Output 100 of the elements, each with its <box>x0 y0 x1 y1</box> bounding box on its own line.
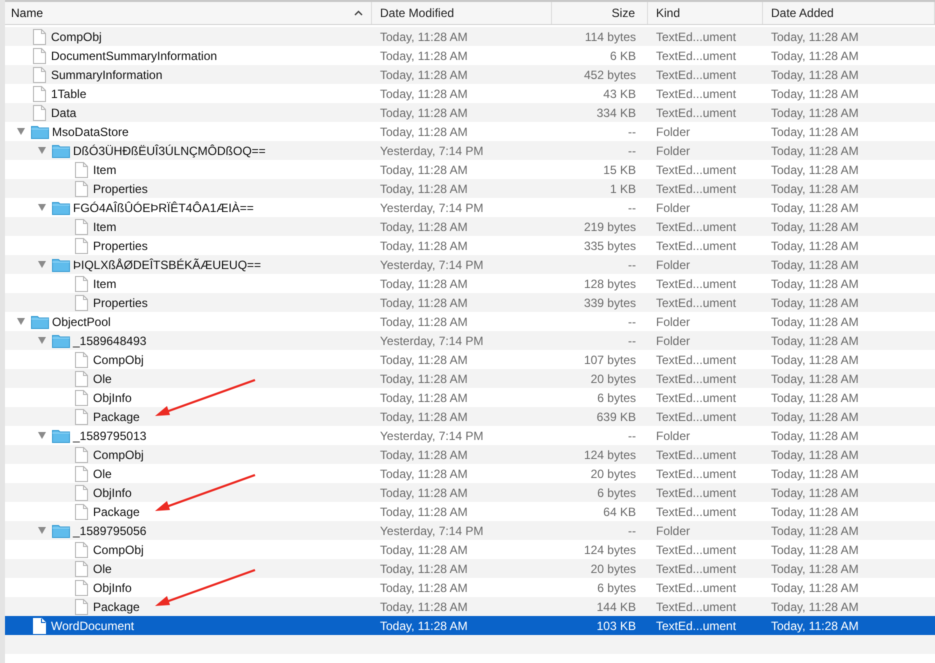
file-kind: Folder <box>655 124 692 138</box>
file-row[interactable]: Properties Today, 11:28 AM 339 bytes TextEd...ument Today, 11:28 AM <box>5 293 935 312</box>
disclosure-triangle-icon[interactable] <box>37 260 47 269</box>
file-name: Item <box>93 276 116 290</box>
date-added: Today, 11:28 AM <box>770 524 860 538</box>
disclosure-triangle-icon[interactable] <box>37 203 47 212</box>
file-kind: TextEd...ument <box>655 30 738 44</box>
date-modified: Today, 11:28 AM <box>379 48 469 62</box>
file-kind: TextEd...ument <box>655 352 738 366</box>
date-added: Today, 11:28 AM <box>770 30 860 44</box>
file-row[interactable]: _1589795056 Yesterday, 7:14 PM -- Folder Today, 11:28 AM <box>5 521 935 540</box>
file-name: MsoDataStore <box>52 124 129 138</box>
file-kind: TextEd...ument <box>655 600 738 614</box>
date-modified: Today, 11:28 AM <box>379 296 469 310</box>
document-icon <box>33 104 46 120</box>
date-modified: Today, 11:28 AM <box>379 410 469 424</box>
date-added: Today, 11:28 AM <box>770 334 860 348</box>
file-name: Package <box>93 600 140 614</box>
file-kind: TextEd...ument <box>655 48 738 62</box>
file-row[interactable]: SummaryInformation Today, 11:28 AM 452 bytes TextEd...ument Today, 11:28 AM <box>5 65 935 84</box>
disclosure-triangle-icon[interactable] <box>16 317 26 326</box>
column-header[interactable]: Size <box>552 2 648 24</box>
file-size: 20 bytes <box>590 562 637 576</box>
document-icon <box>75 598 88 614</box>
document-icon <box>75 466 88 482</box>
date-modified: Yesterday, 7:14 PM <box>379 200 484 214</box>
file-name: DßÓ3ÜHÐßËUÎ3ÚLNÇMÔDßOQ== <box>73 144 266 158</box>
file-row[interactable]: CompObj Today, 11:28 AM 114 bytes TextEd...ument Today, 11:28 AM <box>5 27 935 46</box>
disclosure-triangle-icon[interactable] <box>37 146 47 155</box>
disclosure-triangle-icon[interactable] <box>37 526 47 535</box>
document-icon <box>75 408 88 424</box>
column-header[interactable]: Date Modified <box>372 2 552 24</box>
date-added: Today, 11:28 AM <box>770 48 860 62</box>
file-kind: Folder <box>655 428 692 442</box>
file-kind: Folder <box>655 314 692 328</box>
document-icon <box>75 370 88 386</box>
file-row[interactable]: ÞIQLXßÅØDEÎTSBÉKÃÆUEUQ== Yesterday, 7:14 PM -- Folder Today, 11:28 AM <box>5 255 935 274</box>
file-row[interactable]: Ole Today, 11:28 AM 20 bytes TextEd...ument Today, 11:28 AM <box>5 559 935 578</box>
document-icon <box>33 618 46 634</box>
date-modified: Today, 11:28 AM <box>379 372 469 386</box>
file-name: CompObj <box>93 448 144 462</box>
document-icon <box>75 560 88 576</box>
column-header[interactable]: Date Added <box>763 2 935 24</box>
file-row[interactable]: ObjInfo Today, 11:28 AM 6 bytes TextEd...ument Today, 11:28 AM <box>5 483 935 502</box>
disclosure-triangle-icon[interactable] <box>37 336 47 345</box>
date-modified: Today, 11:28 AM <box>379 580 469 594</box>
column-header[interactable]: Kind <box>648 2 763 24</box>
file-row[interactable]: Item Today, 11:28 AM 219 bytes TextEd...ument Today, 11:28 AM <box>5 217 935 236</box>
file-row[interactable]: Properties Today, 11:28 AM 1 KB TextEd...ument Today, 11:28 AM <box>5 179 935 198</box>
file-size: 6 bytes <box>596 390 637 404</box>
file-size: 107 bytes <box>582 352 637 366</box>
file-row[interactable]: Package Today, 11:28 AM 144 KB TextEd...ument Today, 11:28 AM <box>5 597 935 616</box>
file-row[interactable]: Ole Today, 11:28 AM 20 bytes TextEd...ument Today, 11:28 AM <box>5 369 935 388</box>
document-icon <box>75 484 88 500</box>
disclosure-triangle-icon[interactable] <box>16 127 26 136</box>
file-name: ÞIQLXßÅØDEÎTSBÉKÃÆUEUQ== <box>73 258 262 272</box>
document-icon <box>75 218 88 234</box>
disclosure-triangle-icon[interactable] <box>37 431 47 440</box>
file-kind: TextEd...ument <box>655 410 738 424</box>
column-header[interactable]: Name <box>5 2 372 24</box>
file-size: 64 KB <box>602 504 637 518</box>
file-row[interactable]: Data Today, 11:28 AM 334 KB TextEd...ument Today, 11:28 AM <box>5 103 935 122</box>
file-row[interactable]: WordDocument Today, 11:28 AM 103 KB TextEd...ument Today, 11:28 AM <box>5 616 935 635</box>
date-added: Today, 11:28 AM <box>770 238 860 252</box>
file-row[interactable]: Package Today, 11:28 AM 639 KB TextEd...ument Today, 11:28 AM <box>5 407 935 426</box>
date-modified: Today, 11:28 AM <box>379 314 469 328</box>
date-modified: Today, 11:28 AM <box>379 86 469 100</box>
document-icon <box>33 48 46 64</box>
date-modified: Today, 11:28 AM <box>379 466 469 480</box>
date-added: Today, 11:28 AM <box>770 618 860 632</box>
file-size: 128 bytes <box>582 276 637 290</box>
document-icon <box>75 390 88 406</box>
date-modified: Yesterday, 7:14 PM <box>379 524 484 538</box>
date-added: Today, 11:28 AM <box>770 390 860 404</box>
file-size: -- <box>627 200 637 214</box>
file-row[interactable]: CompObj Today, 11:28 AM 124 bytes TextEd...ument Today, 11:28 AM <box>5 445 935 464</box>
file-row[interactable]: _1589648493 Yesterday, 7:14 PM -- Folder Today, 11:28 AM <box>5 331 935 350</box>
file-kind: TextEd...ument <box>655 162 738 176</box>
file-row[interactable]: DßÓ3ÜHÐßËUÎ3ÚLNÇMÔDßOQ== Yesterday, 7:14 PM -- Folder Today, 11:28 AM <box>5 141 935 160</box>
date-added: Today, 11:28 AM <box>770 68 860 82</box>
file-name: ObjInfo <box>93 390 132 404</box>
document-icon <box>75 352 88 368</box>
date-added: Today, 11:28 AM <box>770 372 860 386</box>
file-name: Package <box>93 504 140 518</box>
folder-icon <box>52 428 70 442</box>
file-name: FGÓ4AÎßÛÓEÞRÏÊT4ÔA1ÆIÀ== <box>73 200 254 214</box>
file-kind: TextEd...ument <box>655 86 738 100</box>
file-kind: TextEd...ument <box>655 238 738 252</box>
file-name: ObjInfo <box>93 580 132 594</box>
folder-icon <box>31 124 49 138</box>
file-kind: TextEd...ument <box>655 448 738 462</box>
file-kind: TextEd...ument <box>655 486 738 500</box>
date-added: Today, 11:28 AM <box>770 124 860 138</box>
file-size: -- <box>627 124 637 138</box>
file-kind: TextEd...ument <box>655 220 738 234</box>
date-added: Today, 11:28 AM <box>770 276 860 290</box>
document-icon <box>75 238 88 254</box>
date-modified: Today, 11:28 AM <box>379 162 469 176</box>
file-size: -- <box>627 428 637 442</box>
date-modified: Today, 11:28 AM <box>379 276 469 290</box>
